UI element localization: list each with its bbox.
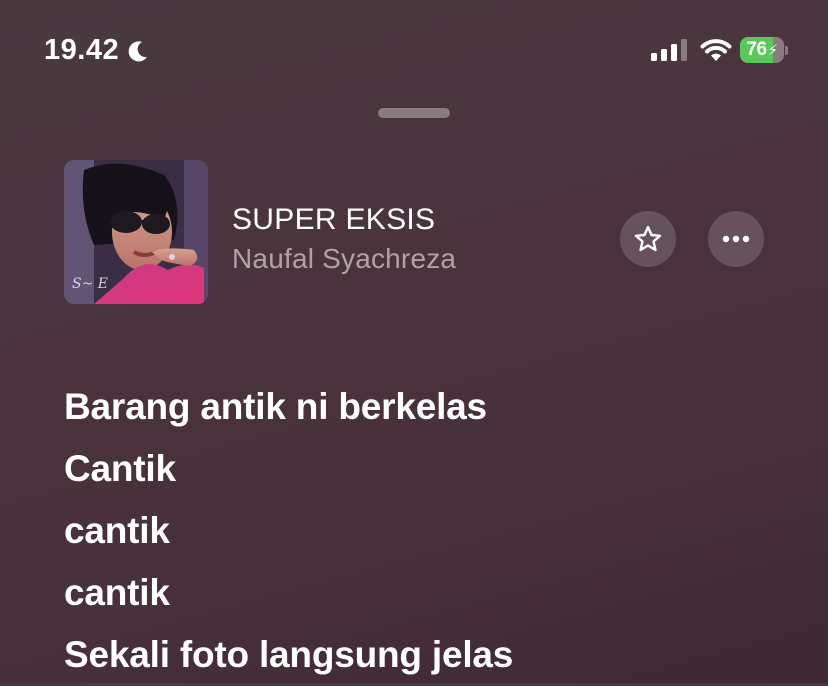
svg-text:S~ E: S~ E [72,276,108,292]
moon-icon [125,38,151,64]
battery-icon: 76 ⚡ [740,37,788,63]
battery-level-text: 76 [746,39,767,60]
sheet-grabber[interactable] [378,108,450,118]
lyric-line[interactable]: cantik [64,562,804,624]
battery-cap [785,46,788,55]
lyric-line[interactable]: cantik [64,500,804,562]
album-artwork[interactable]: S~ E [64,160,208,304]
lyric-line[interactable]: Sekali foto langsung jelas [64,624,804,686]
status-bar: 19.42 76 ⚡ [0,0,828,100]
wifi-icon [700,39,732,61]
status-time-text: 19.42 [44,34,120,66]
battery-level: 76 ⚡ [740,37,784,63]
lyric-line[interactable]: Cantik [64,438,804,500]
charging-bolt-icon: ⚡ [767,42,779,59]
lyrics-panel[interactable]: Barang antik ni berkelas Cantik cantik c… [64,376,804,686]
lyric-line[interactable]: Barang antik ni berkelas [64,376,804,438]
ellipsis-icon [722,235,750,243]
star-icon [634,225,662,252]
track-artist[interactable]: Naufal Syachreza [232,243,456,275]
more-options-button[interactable] [708,211,764,267]
favorite-button[interactable] [620,211,676,267]
signal-icon [651,39,687,61]
status-time: 19.42 [44,34,151,67]
track-title: SUPER EKSIS [232,203,436,236]
